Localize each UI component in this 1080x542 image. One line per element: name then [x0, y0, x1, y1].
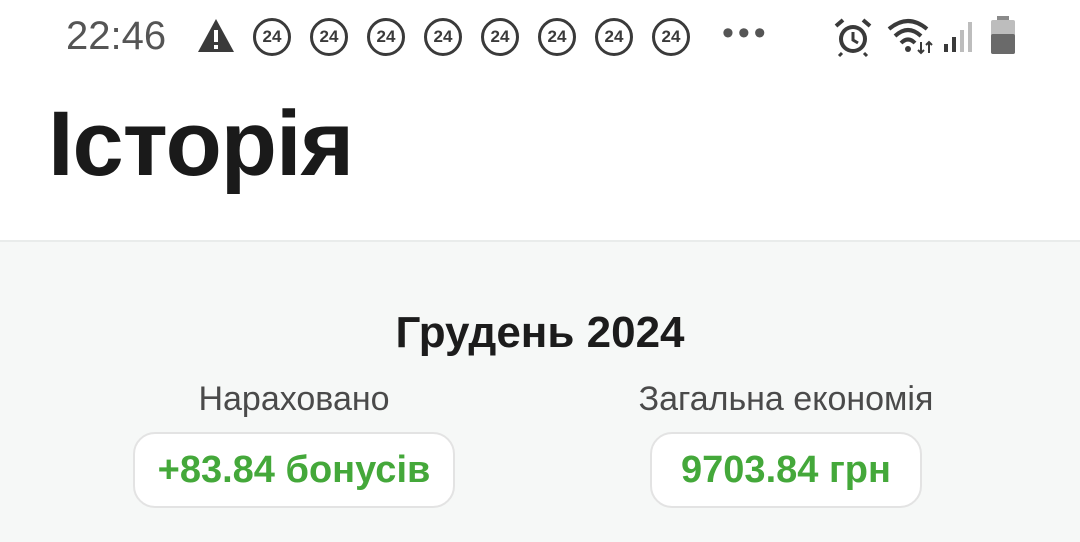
month-summary-panel: Грудень 2024 Нараховано +83.84 бонусів З… — [0, 242, 1080, 542]
signal-icon — [944, 22, 972, 52]
accrued-label: Нараховано — [198, 380, 390, 418]
notification-badge: 24 — [310, 18, 348, 56]
alarm-icon — [834, 18, 872, 58]
more-notifications-icon: ••• — [722, 14, 770, 52]
notification-badge: 24 — [424, 18, 462, 56]
total-savings-label: Загальна економія — [638, 380, 934, 418]
month-heading: Грудень 2024 — [395, 308, 685, 357]
notification-badge: 24 — [652, 18, 690, 56]
accrued-bonus-badge: +83.84 бонусів — [133, 432, 455, 508]
notification-badge: 24 — [481, 18, 519, 56]
wifi-icon — [887, 19, 933, 55]
notification-badge: 24 — [367, 18, 405, 56]
status-time: 22:46 — [66, 14, 167, 58]
battery-icon — [991, 16, 1015, 54]
status-bar: 22:46 24 24 24 24 24 24 24 24 ••• — [0, 0, 1080, 78]
page-title: Історія — [48, 93, 354, 195]
warning-icon — [198, 19, 234, 52]
notification-badge: 24 — [538, 18, 576, 56]
notification-badge: 24 — [253, 18, 291, 56]
notification-badge: 24 — [595, 18, 633, 56]
total-savings-badge: 9703.84 грн — [650, 432, 922, 508]
